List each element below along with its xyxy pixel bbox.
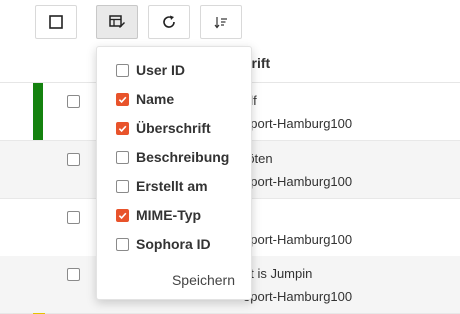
sort-icon — [214, 17, 227, 29]
save-button[interactable]: Speichern — [172, 272, 235, 288]
row-checkbox[interactable] — [67, 153, 80, 166]
menu-checkbox[interactable] — [116, 121, 129, 135]
menu-item-label: Überschrift — [136, 120, 211, 136]
check-icon — [118, 125, 127, 132]
column-visibility-menu: User ID Name Überschrift Beschreibung Er… — [96, 46, 252, 300]
menu-item-sophora-id[interactable]: Sophora ID — [97, 231, 251, 257]
status-indicator — [33, 83, 43, 140]
menu-item-name[interactable]: Name — [97, 86, 251, 112]
menu-checkbox[interactable] — [116, 63, 129, 77]
menu-checkbox[interactable] — [116, 208, 129, 222]
menu-checkbox[interactable] — [116, 237, 129, 251]
sort-button[interactable] — [200, 5, 242, 39]
row-title: nt is Jumpin — [243, 266, 313, 281]
menu-checkbox[interactable] — [116, 150, 129, 164]
row-subtitle: eport-Hamburg100 — [243, 232, 353, 247]
row-checkbox[interactable] — [67, 95, 80, 108]
menu-checkbox[interactable] — [116, 92, 129, 106]
row-checkbox[interactable] — [67, 268, 80, 281]
menu-checkbox[interactable] — [116, 179, 129, 193]
menu-item-label: User ID — [136, 62, 186, 78]
row-subtitle: eport-Hamburg100 — [243, 116, 353, 131]
column-settings-icon — [109, 15, 125, 28]
menu-item-mime-typ[interactable]: MIME-Typ — [97, 202, 251, 228]
select-all-button[interactable] — [35, 5, 77, 39]
row-subtitle: eport-Hamburg100 — [243, 174, 353, 189]
menu-item-ueberschrift[interactable]: Überschrift — [97, 115, 251, 141]
checkbox-icon — [49, 15, 63, 29]
menu-item-label: Name — [136, 91, 175, 107]
refresh-icon — [163, 15, 175, 28]
menu-item-label: Erstellt am — [136, 178, 208, 194]
column-settings-button[interactable] — [96, 5, 138, 39]
menu-item-label: Beschreibung — [136, 149, 230, 165]
menu-item-beschreibung[interactable]: Beschreibung — [97, 144, 251, 170]
refresh-button[interactable] — [148, 5, 190, 39]
menu-item-erstellt-am[interactable]: Erstellt am — [97, 173, 251, 199]
check-icon — [118, 212, 127, 219]
check-icon — [118, 96, 127, 103]
row-checkbox[interactable] — [67, 211, 80, 224]
toolbar — [0, 0, 460, 44]
row-subtitle: eport-Hamburg100 — [243, 289, 353, 304]
menu-item-label: MIME-Typ — [136, 207, 202, 223]
menu-item-user-id[interactable]: User ID — [97, 57, 251, 83]
menu-item-label: Sophora ID — [136, 236, 211, 252]
